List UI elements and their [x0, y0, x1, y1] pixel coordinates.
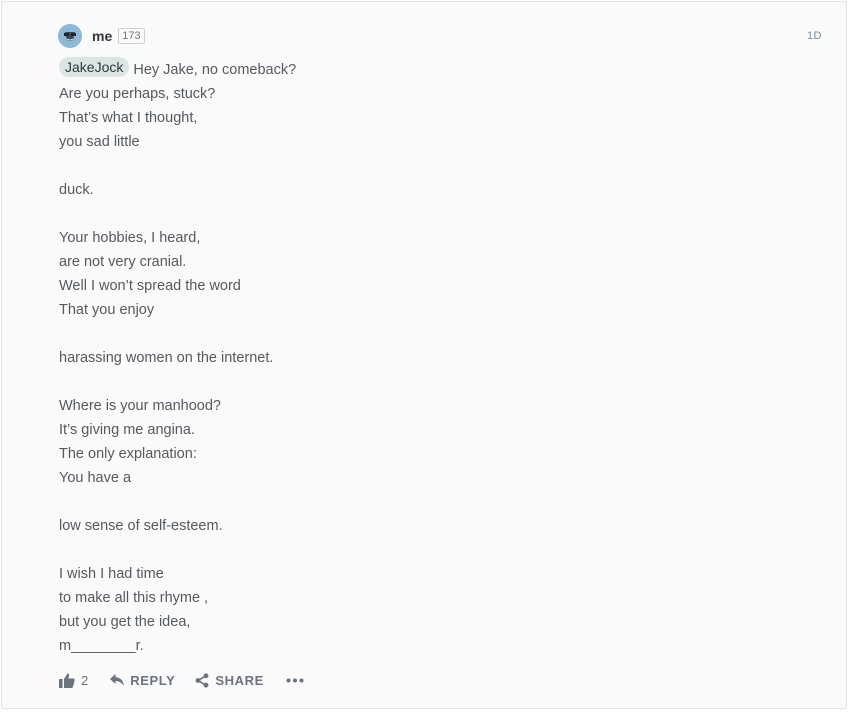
comment-line: you sad little — [59, 134, 140, 150]
share-button[interactable]: SHARE — [195, 673, 264, 688]
comment-line — [59, 370, 759, 394]
comment-line: Are you perhaps, stuck? — [59, 86, 216, 102]
avatar[interactable] — [58, 24, 82, 48]
like-count: 2 — [81, 672, 89, 688]
author-name[interactable]: me — [92, 28, 112, 44]
share-label: SHARE — [215, 672, 264, 688]
avatar-image — [58, 24, 82, 48]
comment-line: but you get the idea, — [59, 614, 191, 630]
ellipsis-icon — [286, 678, 304, 682]
more-options-button[interactable] — [286, 678, 304, 683]
comment-line — [59, 490, 759, 514]
comment-line: m________r. — [59, 638, 144, 654]
comment-line: I wish I had time — [59, 566, 164, 582]
comment-line: That you enjoy — [59, 302, 155, 318]
reply-button[interactable]: REPLY — [110, 673, 175, 688]
share-icon — [195, 672, 209, 688]
comment-line: It’s giving me angina. — [59, 422, 195, 438]
comment-line: Well I won’t spread the word — [59, 278, 241, 294]
comment-line: harassing women on the internet. — [59, 350, 274, 366]
comment-header: me 173 1D — [58, 23, 822, 49]
comment-line: are not very cranial. — [59, 254, 187, 270]
like-button[interactable]: 2 — [59, 673, 88, 688]
comment-line — [59, 154, 759, 178]
comment-line: That’s what I thought, — [59, 110, 198, 126]
comment-line — [59, 322, 759, 346]
comment-body: JakeJock Hey Jake, no comeback? Are you p… — [59, 57, 759, 658]
comment-line: low sense of self-esteem. — [59, 518, 223, 534]
comment-line: The only explanation: — [59, 446, 197, 462]
comment-card: me 173 1D JakeJock Hey Jake, no comeback?… — [1, 1, 847, 709]
comment-line: Your hobbies, I heard, — [59, 230, 201, 246]
reply-label: REPLY — [130, 672, 176, 688]
timestamp[interactable]: 1D — [807, 30, 822, 42]
user-mention[interactable]: JakeJock — [59, 57, 130, 77]
comment-line: to make all this rhyme , — [59, 590, 209, 606]
comment-line: Where is your manhood? — [59, 398, 221, 414]
comment-line: You have a — [59, 470, 132, 486]
comment-line-text: Hey Jake, no comeback? — [133, 62, 297, 78]
thumbs-up-icon — [59, 673, 75, 688]
comment-line: duck. — [59, 182, 94, 198]
reputation-badge: 173 — [118, 28, 145, 44]
comment-actions: 2 REPLY SHARE — [59, 668, 304, 692]
comment-line: JakeJock Hey Jake, no comeback? — [59, 57, 759, 82]
comment-line — [59, 538, 759, 562]
reply-arrow-icon — [110, 674, 125, 686]
comment-line — [59, 202, 759, 226]
